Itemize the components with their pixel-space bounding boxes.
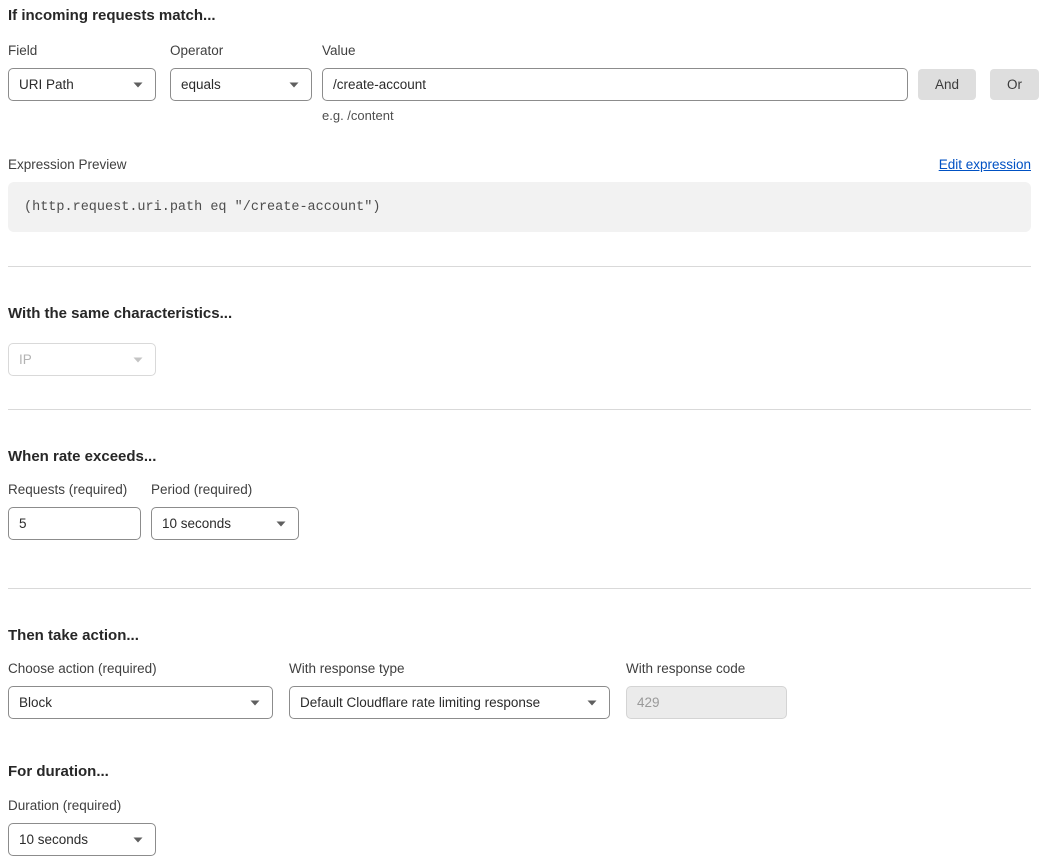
- duration-section-heading: For duration...: [8, 763, 1031, 781]
- duration-row: Duration (required) 10 seconds: [8, 798, 1031, 856]
- rate-limiting-rule-form: If incoming requests match... Field URI …: [0, 0, 1048, 864]
- or-button[interactable]: Or: [990, 69, 1039, 100]
- edit-expression-link[interactable]: Edit expression: [939, 157, 1031, 172]
- section-divider: [8, 266, 1031, 267]
- period-label: Period (required): [151, 482, 299, 497]
- choose-action-label: Choose action (required): [8, 661, 273, 676]
- period-select-value: 10 seconds: [162, 516, 231, 531]
- duration-select[interactable]: 10 seconds: [8, 823, 156, 856]
- match-condition-row: Field URI Path Operator equals Value e.g…: [8, 43, 1031, 123]
- characteristic-select[interactable]: IP: [8, 343, 156, 376]
- rate-section-heading: When rate exceeds...: [8, 448, 1031, 466]
- requests-label: Requests (required): [8, 482, 141, 497]
- field-label: Field: [8, 43, 156, 58]
- operator-label: Operator: [170, 43, 312, 58]
- chevron-down-icon: [133, 357, 143, 363]
- chevron-down-icon: [133, 82, 143, 88]
- choose-action-select[interactable]: Block: [8, 686, 273, 719]
- section-divider: [8, 588, 1031, 589]
- expression-preview-label: Expression Preview: [8, 157, 127, 172]
- operator-select[interactable]: equals: [170, 68, 312, 101]
- value-helper-text: e.g. /content: [322, 108, 908, 123]
- response-type-select-value: Default Cloudflare rate limiting respons…: [300, 695, 540, 710]
- response-type-label: With response type: [289, 661, 610, 676]
- chevron-down-icon: [587, 700, 597, 706]
- duration-label: Duration (required): [8, 798, 1031, 813]
- operator-select-value: equals: [181, 77, 221, 92]
- characteristic-select-value: IP: [19, 352, 32, 367]
- rate-row: Requests (required) Period (required) 10…: [8, 482, 1031, 540]
- choose-action-select-value: Block: [19, 695, 52, 710]
- expression-code: (http.request.uri.path eq "/create-accou…: [24, 200, 380, 215]
- match-section-heading: If incoming requests match...: [8, 7, 1031, 25]
- duration-select-value: 10 seconds: [19, 832, 88, 847]
- requests-input[interactable]: [8, 507, 141, 540]
- field-select-value: URI Path: [19, 77, 74, 92]
- chevron-down-icon: [289, 82, 299, 88]
- value-label: Value: [322, 43, 908, 58]
- chevron-down-icon: [276, 521, 286, 527]
- expression-preview-box: (http.request.uri.path eq "/create-accou…: [8, 182, 1031, 232]
- chevron-down-icon: [250, 700, 260, 706]
- period-select[interactable]: 10 seconds: [151, 507, 299, 540]
- characteristics-section-heading: With the same characteristics...: [8, 305, 1031, 323]
- expression-preview-header: Expression Preview Edit expression: [8, 157, 1031, 172]
- response-code-label: With response code: [626, 661, 787, 676]
- action-section-heading: Then take action...: [8, 627, 1031, 645]
- section-divider: [8, 409, 1031, 410]
- field-select[interactable]: URI Path: [8, 68, 156, 101]
- action-row: Choose action (required) Block With resp…: [8, 661, 1031, 719]
- response-code-input: [626, 686, 787, 719]
- value-input[interactable]: [322, 68, 908, 101]
- and-button[interactable]: And: [918, 69, 976, 100]
- response-type-select[interactable]: Default Cloudflare rate limiting respons…: [289, 686, 610, 719]
